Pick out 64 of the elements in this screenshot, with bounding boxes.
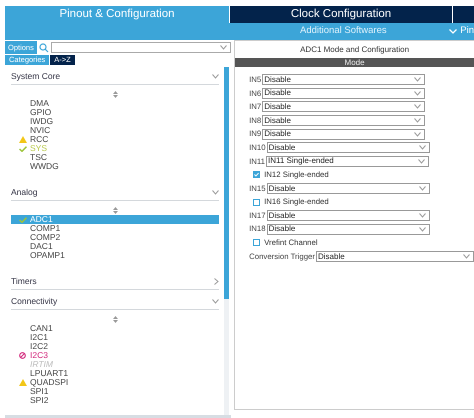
list-item[interactable]: COMP2 <box>11 233 220 242</box>
dropdown[interactable]: Disable <box>262 128 426 140</box>
list-item[interactable]: SPI1 <box>11 387 220 396</box>
section-header: Mode <box>235 58 474 67</box>
dropdown[interactable]: Disable <box>262 101 426 112</box>
sort-icon[interactable] <box>112 90 118 98</box>
list-item[interactable]: I2C3 <box>11 351 220 360</box>
sort-icon[interactable] <box>112 316 118 322</box>
list-item[interactable]: QUADSPI <box>11 378 220 387</box>
list-item[interactable]: GPIO <box>11 108 220 117</box>
scrollbar[interactable] <box>224 67 230 415</box>
dropdown[interactable]: Disable <box>262 74 426 86</box>
list-item[interactable]: DMA <box>11 99 220 108</box>
dropdown[interactable]: Disable <box>262 115 426 126</box>
chevron-down-icon <box>414 104 422 110</box>
dropdown[interactable]: Disable <box>262 88 426 99</box>
checkbox[interactable] <box>253 198 260 206</box>
list-item[interactable]: OPAMP1 <box>11 251 220 260</box>
checkbox[interactable] <box>253 171 260 178</box>
list-item[interactable]: WWDG <box>11 162 220 171</box>
check-icon <box>19 146 27 152</box>
chevron-down-icon <box>418 226 426 232</box>
sort-icon[interactable] <box>112 206 118 214</box>
dropdown[interactable]: Disable <box>266 183 430 194</box>
list-item[interactable]: I2C2 <box>11 342 220 351</box>
list-item[interactable]: IWDG <box>11 117 220 126</box>
check-icon <box>19 216 27 222</box>
chevron-down-icon <box>449 29 458 34</box>
list-item[interactable]: I2C1 <box>11 333 220 342</box>
category-header[interactable]: Connectivity <box>11 295 58 308</box>
search-icon <box>38 42 49 52</box>
prohibited-icon <box>19 352 26 359</box>
dropdown[interactable]: IN11 Single-ended <box>266 156 430 167</box>
dropdown[interactable]: Disable <box>316 251 474 262</box>
search-field[interactable] <box>50 42 232 53</box>
category-header[interactable]: Timers <box>11 275 37 288</box>
list-item[interactable]: CAN1 <box>11 324 220 333</box>
list-item[interactable]: SPI2 <box>11 396 220 405</box>
category-header[interactable]: System Core <box>11 70 60 83</box>
list-item[interactable]: RCC <box>11 135 220 144</box>
chevron-down-icon <box>418 145 426 150</box>
warning-icon <box>19 136 27 143</box>
tab[interactable]: Clock Configuration <box>230 6 452 23</box>
chevron-down-icon <box>414 90 422 96</box>
dropdown[interactable]: Disable <box>266 224 430 235</box>
checkbox[interactable] <box>253 239 260 246</box>
list-item[interactable]: TSC <box>11 153 220 162</box>
list-item[interactable]: LPUART1 <box>11 369 220 378</box>
chevron-down-icon <box>414 118 422 124</box>
panel-title: ADC1 Mode and Configuration <box>299 44 410 56</box>
category-header[interactable]: Analog <box>11 186 38 199</box>
warning-icon <box>19 379 27 386</box>
chevron-down-icon <box>463 254 470 260</box>
list-item[interactable]: COMP1 <box>11 224 220 233</box>
chevron-down-icon <box>418 186 426 192</box>
chevron-down-icon <box>414 132 422 137</box>
list-item[interactable]: DAC1 <box>11 242 220 251</box>
chevron-down-icon <box>418 158 426 164</box>
chevron-down-icon <box>418 213 426 218</box>
list-item[interactable]: NVIC <box>11 126 220 135</box>
dropdown[interactable]: Disable <box>266 142 430 154</box>
chevron-down-icon <box>220 45 228 50</box>
dropdown[interactable]: Disable <box>266 210 430 222</box>
chevron-down-icon <box>414 77 422 82</box>
